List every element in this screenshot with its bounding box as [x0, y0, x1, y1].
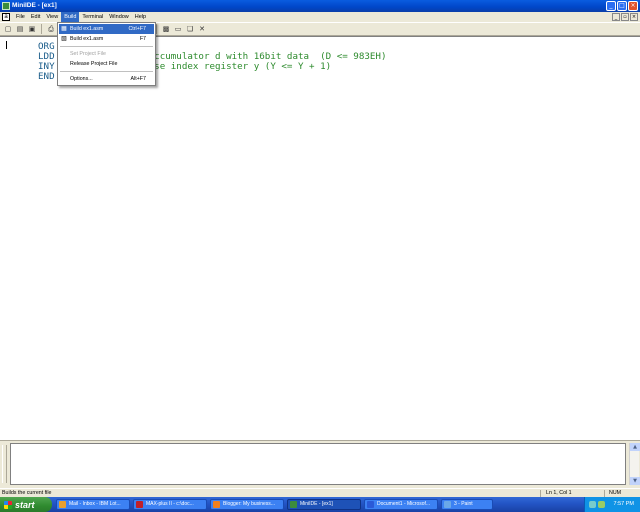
mdi-restore-button[interactable]: ▫	[621, 13, 629, 21]
menu-help[interactable]: Help	[132, 12, 149, 22]
start-button[interactable]: start	[0, 497, 52, 512]
shortcut-label: Ctrl+F7	[128, 26, 146, 32]
menu-separator	[60, 46, 153, 47]
network-icon[interactable]	[589, 501, 596, 508]
taskbar: start Mail - Inbox - IBM Lot... MAX-plus…	[0, 497, 640, 512]
task-word[interactable]: Document1 - Microsof...	[364, 499, 438, 510]
window-controls: _ □ ×	[606, 1, 638, 11]
close-button[interactable]: ×	[628, 1, 638, 11]
new-icon[interactable]: ▢	[3, 24, 13, 34]
terminal-icon[interactable]: ▩	[161, 24, 171, 34]
toolbar-separator	[156, 24, 157, 34]
paint-icon	[444, 501, 451, 508]
cascade-icon[interactable]: ❏	[185, 24, 195, 34]
menu-item-build-file[interactable]: ▧ Build ex1.asm F7	[59, 34, 154, 44]
open-icon[interactable]: ▤	[15, 24, 25, 34]
print-icon[interactable]: ⎙	[46, 24, 56, 34]
status-bar: Builds the current file Ln 1, Col 1 NUM	[0, 488, 640, 497]
close-icon[interactable]: ✕	[197, 24, 207, 34]
menu-item-release-project-file[interactable]: Release Project File	[59, 59, 154, 69]
lotus-notes-icon	[59, 501, 66, 508]
save-icon[interactable]: ▣	[27, 24, 37, 34]
scroll-down-icon[interactable]: ▼	[630, 477, 640, 485]
browser-icon	[213, 501, 220, 508]
build-icon: ▦	[61, 26, 67, 32]
clock[interactable]: 7:57 PM	[614, 501, 634, 507]
shortcut-label: F7	[139, 36, 146, 42]
task-paint[interactable]: 3 - Paint	[441, 499, 493, 510]
task-maxplus[interactable]: MAX-plus II - c:\doc...	[133, 499, 207, 510]
menu-window[interactable]: Window	[106, 12, 132, 22]
document-icon[interactable]: a	[2, 13, 10, 21]
task-miniide[interactable]: MiniIDE - [ex1]	[287, 499, 361, 510]
miniide-icon	[290, 501, 297, 508]
pane-grip-handle[interactable]	[2, 445, 7, 483]
cursor-position: Ln 1, Col 1	[546, 490, 572, 496]
mdi-controls: _ ▫ ×	[612, 13, 638, 21]
menu-separator	[60, 71, 153, 72]
menu-item-set-project-file: Set Project File	[70, 51, 106, 57]
menu-build[interactable]: Build	[61, 12, 80, 22]
app-icon	[2, 2, 10, 10]
menu-item-build-current[interactable]: ▦ Build ex1.asm Ctrl+F7	[59, 24, 154, 34]
menu-view[interactable]: View	[43, 12, 61, 22]
minimize-button[interactable]: _	[606, 1, 616, 11]
output-text-area[interactable]	[10, 443, 626, 485]
word-icon	[367, 501, 374, 508]
shortcut-label: Alt+F7	[130, 76, 146, 82]
window-icon[interactable]: ▭	[173, 24, 183, 34]
system-tray: 7:57 PM	[584, 497, 640, 512]
menu-bar: a File Edit View Build Terminal Window H…	[0, 12, 640, 22]
task-mail[interactable]: Mail - Inbox - IBM Lot...	[56, 499, 130, 510]
status-message: Builds the current file	[2, 490, 52, 496]
build-menu-dropdown: ▦ Build ex1.asm Ctrl+F7 ▧ Build ex1.asm …	[57, 22, 156, 86]
title-bar: MiniIDE - [ex1] _ □ ×	[0, 0, 640, 12]
menu-file[interactable]: File	[13, 12, 28, 22]
num-lock-indicator: NUM	[609, 490, 622, 496]
code-editor[interactable]: ORG LDD ; load accumulator d with 16bit d…	[0, 36, 640, 440]
text-caret	[6, 41, 7, 49]
volume-icon[interactable]	[598, 501, 605, 508]
build-all-icon: ▧	[61, 36, 67, 42]
maxplus-icon	[136, 501, 143, 508]
maximize-button[interactable]: □	[617, 1, 627, 11]
status-divider	[540, 490, 541, 497]
mdi-minimize-button[interactable]: _	[612, 13, 620, 21]
output-scrollbar[interactable]: ▲ ▼	[629, 443, 640, 485]
scroll-up-icon[interactable]: ▲	[630, 443, 640, 451]
menu-terminal[interactable]: Terminal	[79, 12, 106, 22]
windows-flag-icon	[4, 500, 12, 509]
toolbar-separator	[41, 24, 42, 34]
task-blogger[interactable]: Blogger: My business...	[210, 499, 284, 510]
window-title: MiniIDE - [ex1]	[12, 2, 57, 9]
output-pane: ▲ ▼	[0, 440, 640, 488]
status-divider	[604, 490, 605, 497]
task-list: Mail - Inbox - IBM Lot... MAX-plus II - …	[56, 499, 493, 510]
menu-item-options[interactable]: Options... Alt+F7	[59, 74, 154, 84]
mdi-close-button[interactable]: ×	[630, 13, 638, 21]
menu-edit[interactable]: Edit	[28, 12, 43, 22]
